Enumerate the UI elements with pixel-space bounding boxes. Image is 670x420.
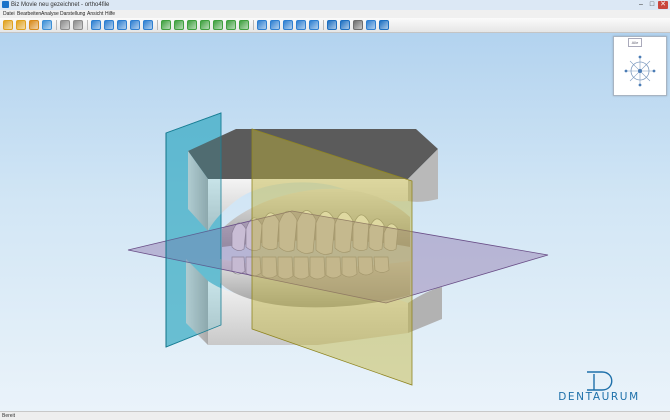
menu-analyse[interactable]: Analyse xyxy=(41,10,59,18)
dental-model-scene xyxy=(127,112,549,386)
toolbar-separator xyxy=(87,20,88,30)
measure-icon[interactable] xyxy=(257,20,267,30)
export-icon[interactable] xyxy=(29,20,39,30)
menu-hilfe[interactable]: Hilfe xyxy=(105,10,115,18)
app-icon xyxy=(2,1,9,8)
3d-viewport[interactable]: Alle DENTAURUM xyxy=(0,33,670,411)
toolbar-separator xyxy=(157,20,158,30)
open-file-icon[interactable] xyxy=(3,20,13,30)
section-icon[interactable] xyxy=(283,20,293,30)
save-file-icon[interactable] xyxy=(16,20,26,30)
arch-icon[interactable] xyxy=(270,20,280,30)
nav-cube-tab[interactable]: Alle xyxy=(628,38,642,47)
grid-icon[interactable] xyxy=(309,20,319,30)
model-lower-icon[interactable] xyxy=(340,20,350,30)
toolbar-separator xyxy=(323,20,324,30)
info-icon[interactable] xyxy=(379,20,389,30)
view-iso-icon[interactable] xyxy=(239,20,249,30)
undo-icon[interactable] xyxy=(60,20,70,30)
toolbar-separator xyxy=(253,20,254,30)
toolbar-separator xyxy=(56,20,57,30)
view-right-icon[interactable] xyxy=(200,20,210,30)
view-back-icon[interactable] xyxy=(174,20,184,30)
maximize-button[interactable]: □ xyxy=(647,1,657,9)
minimize-button[interactable]: – xyxy=(636,1,646,9)
compass-icon xyxy=(624,55,656,87)
dentaurum-logo-text: DENTAURUM xyxy=(558,391,640,403)
zoom-fit-icon[interactable] xyxy=(130,20,140,30)
view-top-icon[interactable] xyxy=(213,20,223,30)
menu-ansicht[interactable]: Ansicht xyxy=(87,10,103,18)
select-icon[interactable] xyxy=(91,20,101,30)
view-left-icon[interactable] xyxy=(187,20,197,30)
frontal-plane-front xyxy=(165,112,222,348)
import-icon[interactable] xyxy=(42,20,52,30)
plane-icon[interactable] xyxy=(296,20,306,30)
window-title: Biz Movie neu gezeichnet - ortho4file xyxy=(11,2,110,8)
close-button[interactable]: ✕ xyxy=(658,1,668,9)
menu-darstellung[interactable]: Darstellung xyxy=(60,10,85,18)
toolbar xyxy=(0,18,670,33)
menu-bearbeiten[interactable]: Bearbeiten xyxy=(17,10,41,18)
model-upper-icon[interactable] xyxy=(327,20,337,30)
redo-icon[interactable] xyxy=(73,20,83,30)
zoom-in-icon[interactable] xyxy=(104,20,114,30)
rotate-icon[interactable] xyxy=(143,20,153,30)
view-front-icon[interactable] xyxy=(161,20,171,30)
table-icon[interactable] xyxy=(366,20,376,30)
dentaurum-logo-mark xyxy=(587,371,613,391)
view-bottom-icon[interactable] xyxy=(226,20,236,30)
zoom-out-icon[interactable] xyxy=(117,20,127,30)
menu-datei[interactable]: Datei xyxy=(3,10,15,18)
navigation-cube[interactable]: Alle xyxy=(613,36,667,96)
ruler-icon[interactable] xyxy=(353,20,363,30)
dentaurum-logo: DENTAURUM xyxy=(538,371,660,409)
